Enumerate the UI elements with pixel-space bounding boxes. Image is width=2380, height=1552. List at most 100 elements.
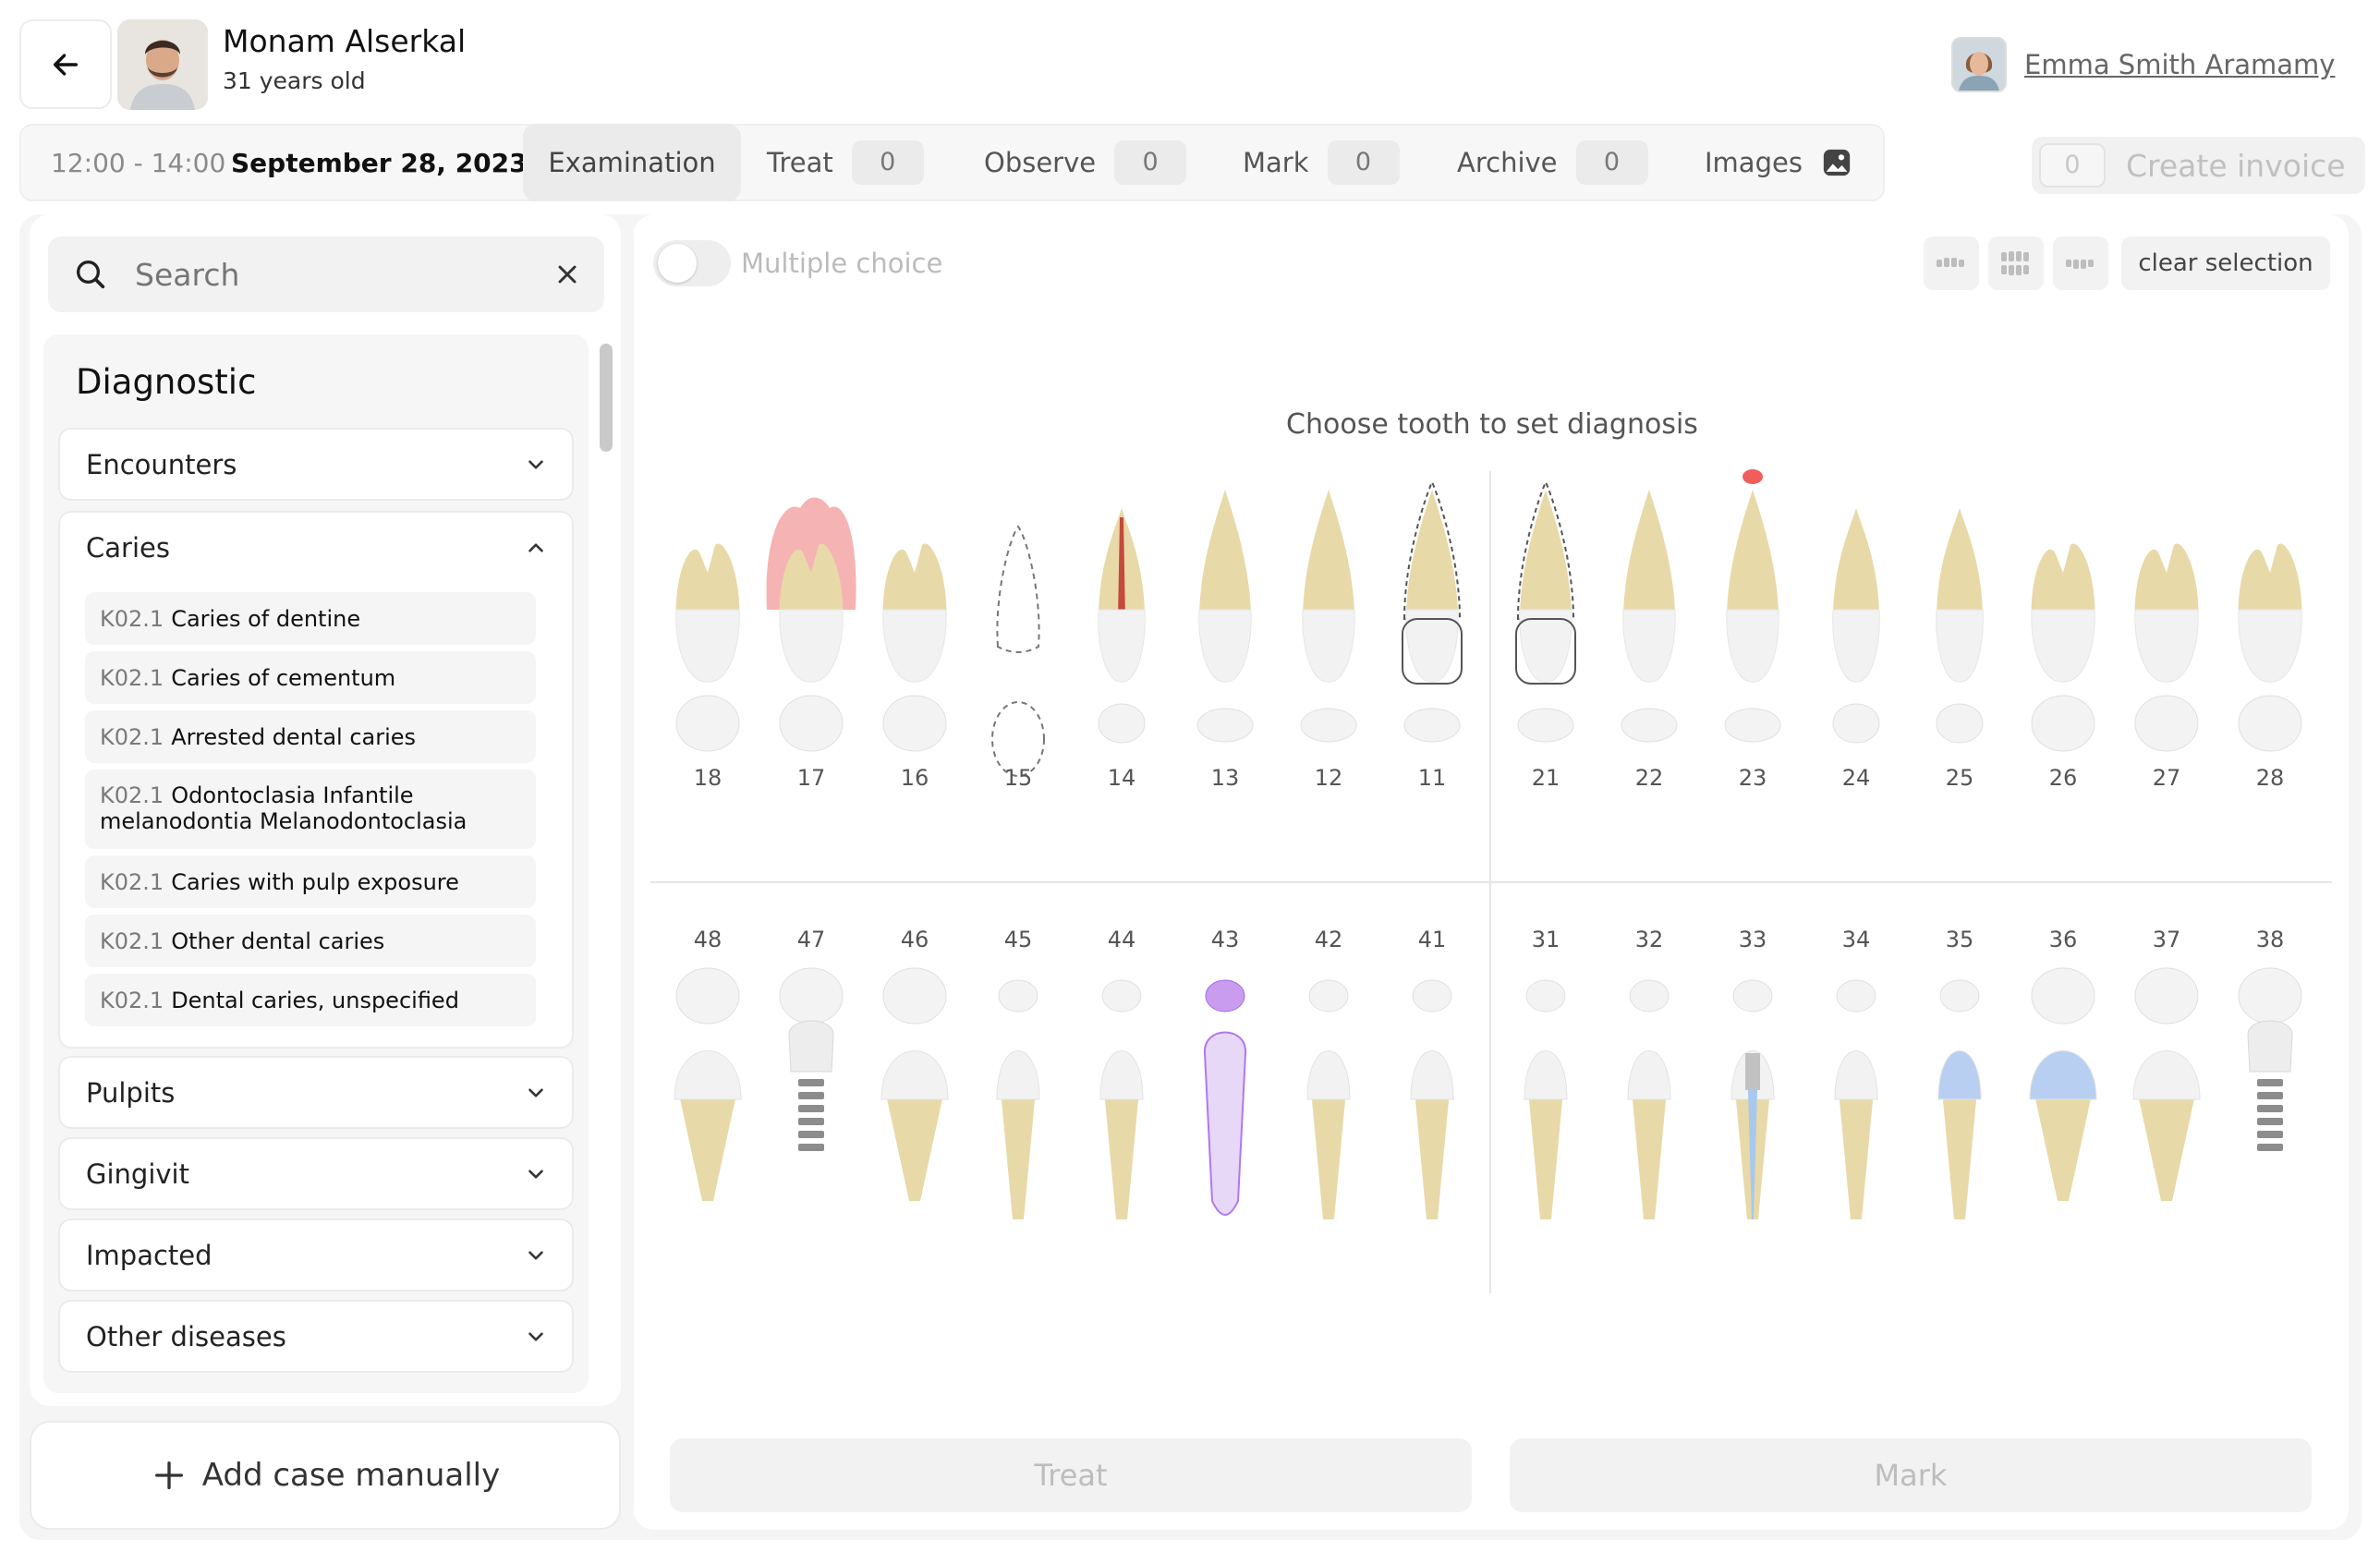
tab-mark[interactable]: Mark 0	[1243, 124, 1400, 201]
caries-item[interactable]: K02.1 Other dental caries	[85, 915, 536, 967]
tab-images[interactable]: Images	[1705, 124, 1852, 201]
mark-button[interactable]: Mark	[1510, 1438, 2312, 1512]
tooth-27[interactable]: 27	[2134, 543, 2199, 791]
tooth-number: 44	[1108, 927, 1136, 952]
caries-item[interactable]: K02.1 Dental caries, unspecified	[85, 974, 536, 1026]
tooth-35[interactable]: 35	[1937, 927, 1982, 1219]
tab-examination[interactable]: Examination	[523, 124, 741, 201]
chevron-down-icon	[528, 1088, 543, 1097]
tab-archive[interactable]: Archive 0	[1457, 124, 1648, 201]
upper-jaw-button[interactable]	[1924, 236, 1979, 290]
accordion-label: Impacted	[86, 1240, 212, 1271]
tooth-number: 45	[1004, 927, 1033, 952]
tooth-36[interactable]: 36	[2029, 927, 2097, 1201]
accordion-label: Caries	[86, 532, 170, 564]
tooth-12[interactable]: 12	[1300, 490, 1357, 791]
tooth-number: 23	[1739, 765, 1767, 791]
doctor-avatar[interactable]	[1951, 37, 2007, 92]
tooth-number: 12	[1315, 765, 1343, 791]
tooth-16[interactable]: 16	[882, 543, 947, 791]
tooth-22[interactable]: 22	[1621, 490, 1678, 791]
accordion-encounters[interactable]: Encounters	[58, 428, 574, 501]
tooth-34[interactable]: 34	[1834, 927, 1878, 1219]
tooth-number: 46	[901, 927, 929, 952]
chevron-down-icon	[528, 1170, 543, 1179]
tooth-14[interactable]: 14	[1098, 508, 1146, 791]
search-box[interactable]	[48, 236, 604, 312]
tooth-number: 22	[1635, 765, 1664, 791]
diagnosis-label: Caries of cementum	[171, 664, 396, 691]
tooth-number: 28	[2256, 765, 2285, 791]
caries-item[interactable]: K02.1 Caries of cementum	[85, 651, 536, 704]
invoice-count-badge: 0	[2039, 143, 2106, 188]
tooth-23[interactable]: 23	[1724, 469, 1781, 791]
tooth-18[interactable]: 18	[675, 543, 740, 791]
diagnosis-label: Other dental caries	[171, 928, 385, 954]
create-invoice-button[interactable]: 0 Create invoice	[2032, 137, 2365, 194]
tooth-number: 17	[797, 765, 826, 791]
diagnosis-label: Dental caries, unspecified	[171, 987, 459, 1013]
back-button[interactable]	[19, 19, 112, 109]
tooth-number: 25	[1946, 765, 1974, 791]
tab-treat[interactable]: Treat 0	[767, 124, 924, 201]
tooth-45[interactable]: 45	[996, 927, 1040, 1219]
tooth-38[interactable]: 38	[2238, 927, 2302, 1151]
diagnosis-label: Caries with pulp exposure	[171, 868, 459, 895]
clear-selection-button[interactable]: clear selection	[2121, 236, 2330, 290]
accordion-label: Gingivit	[86, 1158, 189, 1190]
caries-item[interactable]: K02.1 Odontoclasia Infantile melanodontia…	[85, 770, 536, 849]
diagnosis-code: K02.1	[100, 664, 164, 691]
tooth-41[interactable]: 41	[1410, 927, 1454, 1219]
tooth-28[interactable]: 28	[2238, 543, 2302, 791]
appointment-time: 12:00 - 14:00	[51, 148, 226, 178]
tooth-number: 43	[1211, 927, 1240, 952]
tooth-31[interactable]: 31	[1524, 927, 1568, 1219]
tooth-number: 41	[1418, 927, 1447, 952]
chevron-down-icon	[528, 1251, 543, 1260]
tooth-43[interactable]: 43	[1203, 927, 1247, 1216]
add-case-manually-button[interactable]: Add case manually	[30, 1421, 621, 1530]
tooth-17[interactable]: 17	[766, 497, 856, 791]
tooth-number: 32	[1635, 927, 1664, 952]
treat-button[interactable]: Treat	[670, 1438, 1472, 1512]
lower-jaw-button[interactable]	[2053, 236, 2108, 290]
tooth-number: 15	[1004, 765, 1033, 791]
tab-observe[interactable]: Observe 0	[984, 124, 1187, 201]
accordion-pulpits[interactable]: Pulpits	[58, 1056, 574, 1129]
tooth-15[interactable]: 15	[991, 525, 1045, 791]
scrollbar[interactable]	[600, 344, 613, 452]
tooth-number: 16	[901, 765, 929, 791]
accordion-impacted[interactable]: Impacted	[58, 1219, 574, 1291]
tooth-46[interactable]: 46	[880, 927, 949, 1201]
caries-item[interactable]: K02.1 Caries with pulp exposure	[85, 855, 536, 908]
tooth-number: 35	[1946, 927, 1974, 952]
tooth-26[interactable]: 26	[2031, 543, 2095, 791]
tooth-13[interactable]: 13	[1196, 490, 1254, 791]
tooth-32[interactable]: 32	[1627, 927, 1671, 1219]
tooth-25[interactable]: 25	[1936, 508, 1984, 791]
tooth-11[interactable]: 11	[1402, 479, 1463, 791]
diagnosis-code: K02.1	[100, 723, 164, 750]
search-input[interactable]	[135, 256, 541, 293]
accordion-gingivit[interactable]: Gingivit	[58, 1137, 574, 1210]
tooth-37[interactable]: 37	[2132, 927, 2201, 1201]
tooth-24[interactable]: 24	[1832, 508, 1880, 791]
tooth-33[interactable]: 33	[1730, 927, 1775, 1219]
accordion-other-diseases[interactable]: Other diseases	[58, 1300, 574, 1373]
diagnosis-label: Caries of dentine	[171, 605, 361, 632]
tooth-42[interactable]: 42	[1306, 927, 1351, 1219]
close-icon[interactable]	[552, 260, 582, 289]
caries-item[interactable]: K02.1 Caries of dentine	[85, 592, 536, 645]
tooth-44[interactable]: 44	[1099, 927, 1144, 1219]
tooth-number: 33	[1739, 927, 1767, 952]
tooth-48[interactable]: 48	[674, 927, 742, 1201]
caries-item[interactable]: K02.1 Arrested dental caries	[85, 710, 536, 763]
diagnosis-code: K02.1	[100, 868, 164, 895]
diagnosis-code: K02.1	[100, 928, 164, 954]
tooth-47[interactable]: 47	[779, 927, 844, 1151]
accordion-label: Encounters	[86, 449, 237, 480]
doctor-name-link[interactable]: Emma Smith Aramamy	[2024, 49, 2335, 80]
tooth-21[interactable]: 21	[1515, 479, 1576, 791]
both-jaws-button[interactable]	[1988, 236, 2044, 290]
tooth-number: 21	[1532, 765, 1560, 791]
